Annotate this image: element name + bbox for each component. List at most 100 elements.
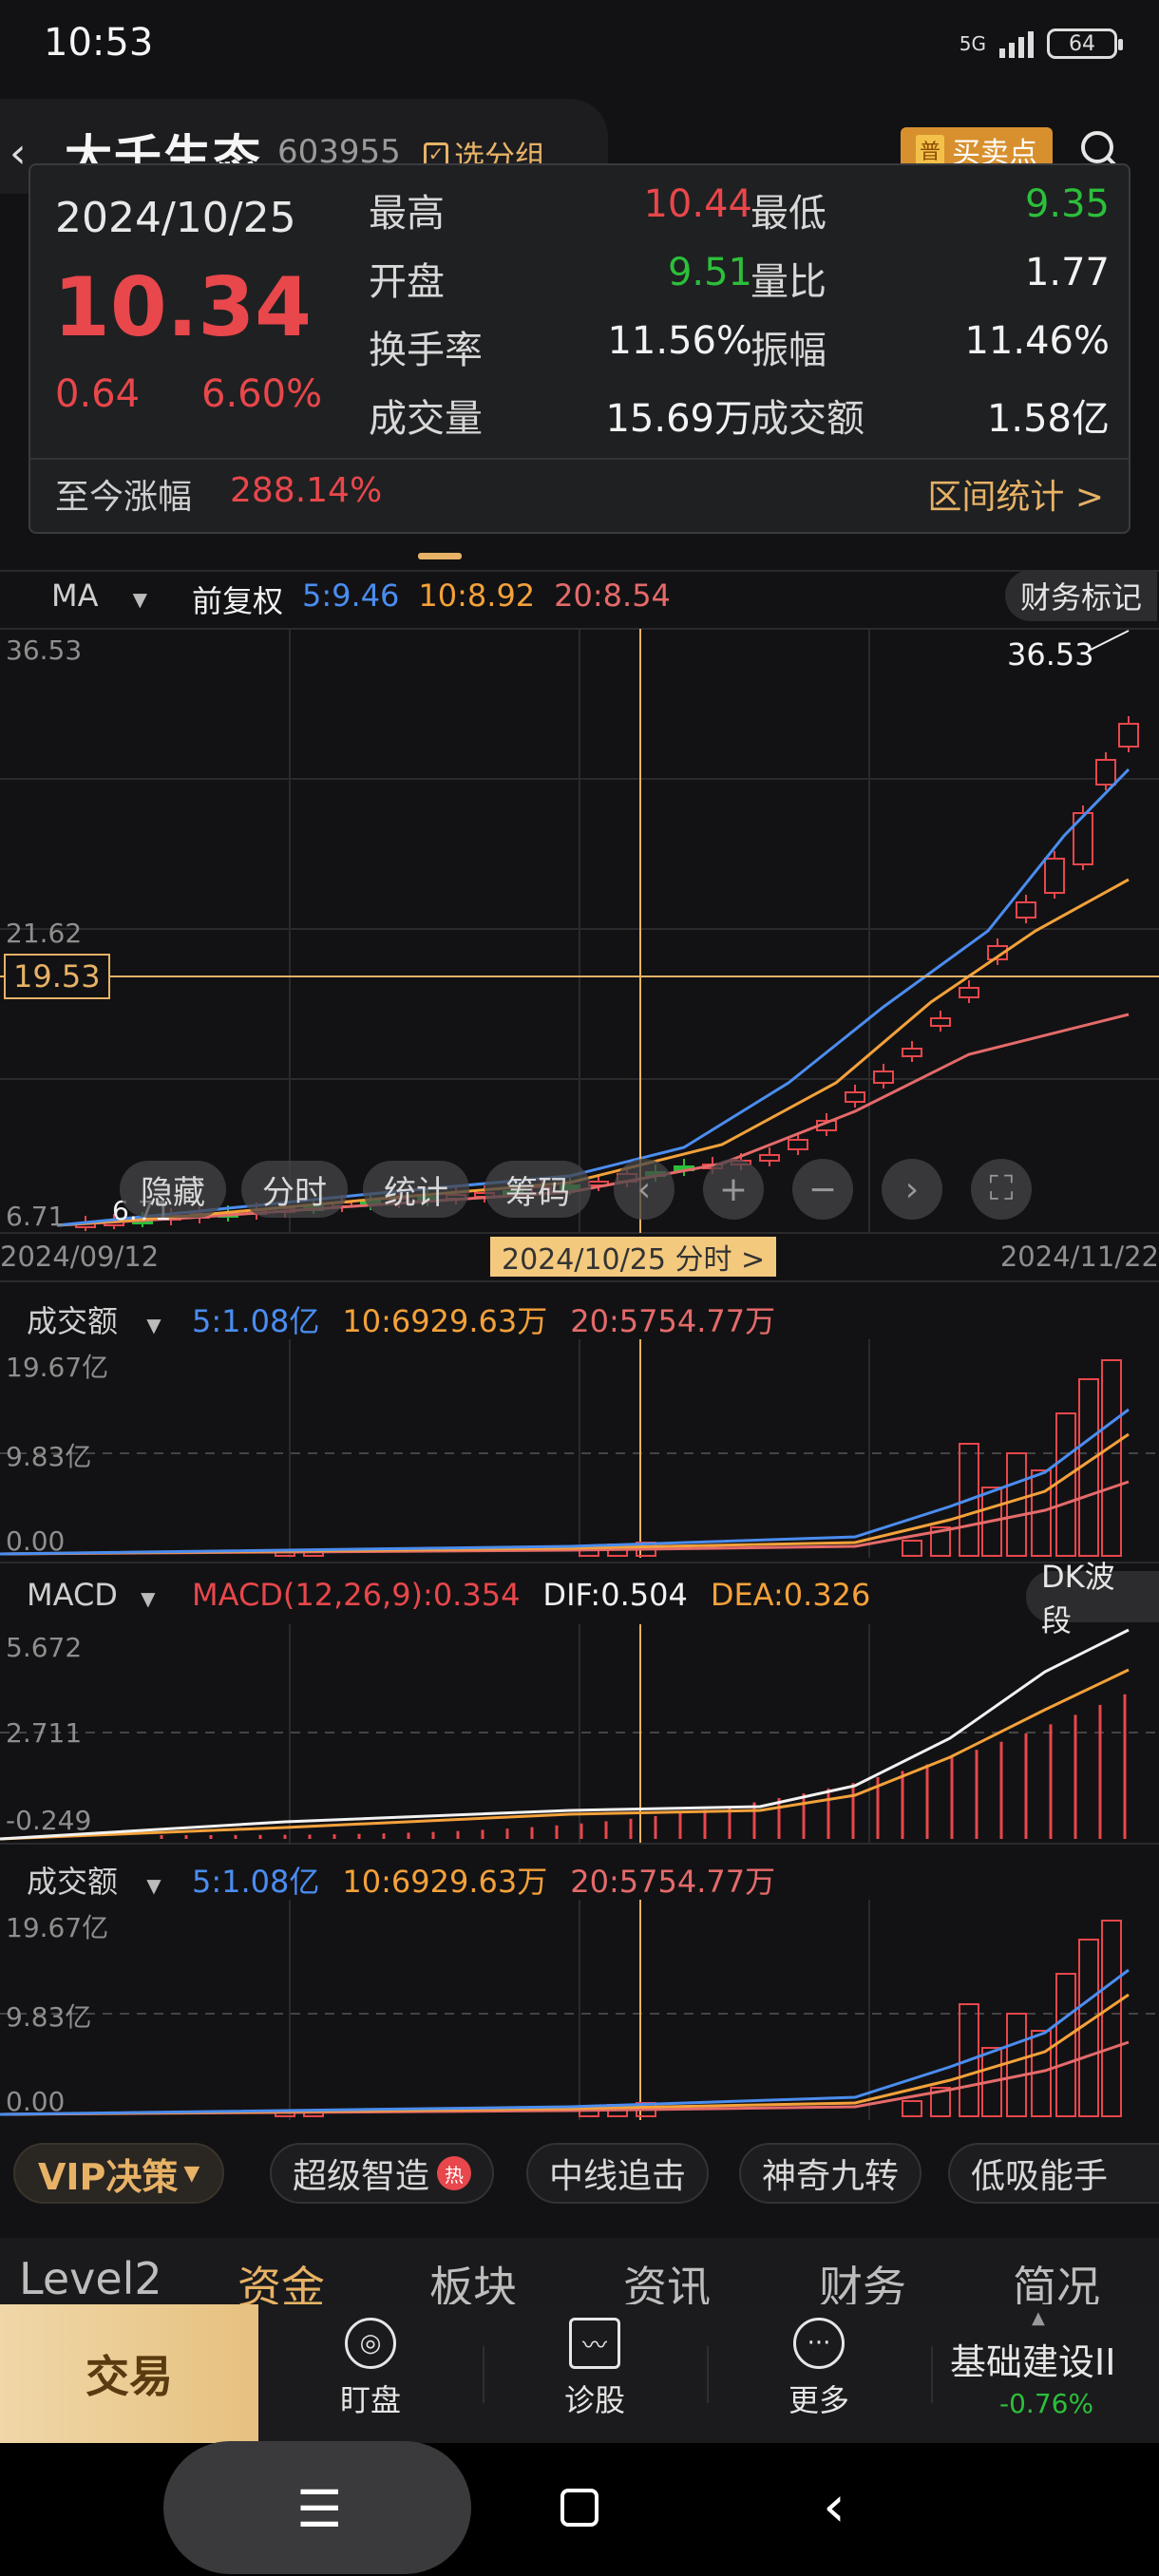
chevron-left-icon[interactable]: ‹ xyxy=(614,1159,674,1220)
stat-value: 11.46% xyxy=(964,319,1110,363)
strategy-chip[interactable]: 低吸能手 xyxy=(948,2143,1159,2204)
more-icon: ··· xyxy=(793,2318,845,2369)
watch-button[interactable]: ◎ 盯盘 xyxy=(294,2318,446,2420)
more-button[interactable]: ··· 更多 xyxy=(743,2318,895,2420)
stats-button[interactable]: 统计 xyxy=(363,1161,469,1218)
selected-date-intraday[interactable]: 2024/10/25 分时 > xyxy=(490,1237,777,1277)
financial-marks-button[interactable]: 财务标记 xyxy=(1005,570,1158,621)
macd-y-top: 5.672 xyxy=(6,1632,83,1663)
volume-bar xyxy=(1006,1452,1027,1557)
caret-down-icon: ▼ xyxy=(146,1314,162,1336)
volume-bar xyxy=(1055,1412,1076,1557)
diagnose-label: 诊股 xyxy=(563,2382,625,2418)
amount-ma20: 20:5754.77万 xyxy=(570,1303,776,1339)
stat-label: 成交额 xyxy=(750,397,864,441)
tab-level2[interactable]: Level2 xyxy=(19,2253,162,2304)
caret-down-icon: ▼ xyxy=(132,588,148,611)
toolbar-separator xyxy=(931,2346,933,2403)
candle xyxy=(873,1070,894,1084)
stat-value: 10.44 xyxy=(643,182,752,226)
caret-down-icon: ▼ xyxy=(146,1874,162,1897)
ma-selector[interactable]: MA ▼ xyxy=(51,578,147,614)
amount2-selector[interactable]: 成交额 ▼ xyxy=(27,1858,162,1902)
macd-value: MACD(12,26,9):0.354 xyxy=(192,1577,521,1613)
stat-value: 9.35 xyxy=(1024,182,1110,226)
status-icons: 5G 64 xyxy=(959,28,1123,59)
amount-ma5: 5:1.08亿 xyxy=(192,1303,320,1339)
zoom-in-icon[interactable]: + xyxy=(703,1159,764,1220)
candle xyxy=(1044,858,1065,894)
hide-button[interactable]: 隐藏 xyxy=(120,1161,226,1218)
signal-icon xyxy=(999,29,1034,58)
amount-selector[interactable]: 成交额 ▼ xyxy=(27,1297,162,1341)
strategy-chip[interactable]: 超级智造热 xyxy=(270,2143,495,2204)
volume-bar xyxy=(1006,2013,1027,2117)
ma10-value: 10:8.92 xyxy=(418,578,536,614)
menu-icon[interactable]: ☰ xyxy=(296,2479,342,2539)
zoom-out-icon[interactable]: − xyxy=(792,1159,853,1220)
tab-row xyxy=(0,2238,1159,2304)
amount2-values: 5:1.08亿 10:6929.63万 20:5754.77万 xyxy=(192,1858,775,1902)
stat-label: 量比 xyxy=(750,260,826,304)
diagnose-button[interactable]: 〰诊股 xyxy=(519,2318,671,2420)
network-label: 5G xyxy=(959,32,986,55)
candle xyxy=(902,1048,922,1057)
volume-bar xyxy=(1055,1973,1076,2117)
status-time: 10:53 xyxy=(44,21,154,65)
amount2-ma5: 5:1.08亿 xyxy=(192,1864,320,1900)
candle xyxy=(759,1154,780,1162)
hot-badge: 热 xyxy=(437,2156,472,2190)
since-change-label: 至今涨幅 xyxy=(55,478,193,517)
sector-name[interactable]: 基础建设II xyxy=(950,2333,1115,2385)
vip-decision-button[interactable]: VIP决策 ▼ xyxy=(13,2143,225,2204)
intraday-button[interactable]: 分时 xyxy=(241,1161,348,1218)
chevron-right-icon[interactable]: › xyxy=(882,1159,942,1220)
range-stats-link[interactable]: 区间统计 > xyxy=(927,469,1104,519)
volume-bar xyxy=(1101,1920,1122,2117)
back-nav-icon[interactable]: ‹ xyxy=(823,2473,846,2540)
candle xyxy=(1073,812,1093,865)
sector-change: -0.76% xyxy=(999,2388,1094,2419)
dea-value: DEA:0.326 xyxy=(710,1577,871,1613)
since-change-value: 288.14% xyxy=(230,471,383,510)
back-icon[interactable]: ‹ xyxy=(10,129,27,178)
amount2-y-mid: 9.83亿 xyxy=(6,2001,92,2033)
ma-selector-label: MA xyxy=(51,578,99,614)
candle xyxy=(930,1017,951,1027)
home-icon[interactable] xyxy=(560,2489,598,2527)
stat-value: 1.58亿 xyxy=(986,397,1110,441)
dk-band-button[interactable]: DK波段 xyxy=(1026,1559,1159,1638)
amount2-chart xyxy=(0,1900,1159,2120)
ma5-value: 5:9.46 xyxy=(302,578,400,614)
stat-value: 15.69万 xyxy=(605,397,752,441)
strategy-chip[interactable]: 中线追击 xyxy=(526,2143,710,2204)
fullscreen-icon[interactable]: ⛶ xyxy=(971,1159,1032,1220)
badge-icon: 普 xyxy=(916,135,945,165)
candle xyxy=(959,987,979,998)
stat-value: 1.77 xyxy=(1024,251,1110,294)
strategy-chip[interactable]: 神奇九转 xyxy=(739,2143,922,2204)
quote-price: 10.34 xyxy=(53,260,313,355)
amount2-ma20: 20:5754.77万 xyxy=(570,1864,776,1900)
stat-value: 9.51 xyxy=(667,251,752,294)
ma-values: 前复权 5:9.46 10:8.92 20:8.54 xyxy=(192,578,671,621)
quote-date: 2024/10/25 xyxy=(55,194,296,242)
volume-bar xyxy=(902,1540,922,1557)
candle xyxy=(1016,901,1036,919)
macd-title: MACD xyxy=(27,1577,118,1613)
chips-button[interactable]: 筹码 xyxy=(484,1161,591,1218)
divider xyxy=(0,1843,1159,1845)
kline-chart[interactable] xyxy=(0,627,1159,1235)
ma20-value: 20:8.54 xyxy=(554,578,671,614)
amount2-ma10: 10:6929.63万 xyxy=(342,1864,548,1900)
date-end: 2024/11/22 xyxy=(999,1241,1159,1273)
volume-bar xyxy=(1101,1359,1122,1557)
stat-label: 开盘 xyxy=(369,260,445,304)
macd-selector[interactable]: MACD ▼ xyxy=(27,1577,155,1613)
macd-y-mid: 2.711 xyxy=(6,1717,83,1749)
adjust-mode[interactable]: 前复权 xyxy=(192,578,283,621)
card-divider xyxy=(30,458,1129,460)
trade-button[interactable]: 交易 xyxy=(0,2304,258,2443)
amount-y-low: 0.00 xyxy=(6,1525,66,1557)
stat-label: 最低 xyxy=(750,192,826,236)
